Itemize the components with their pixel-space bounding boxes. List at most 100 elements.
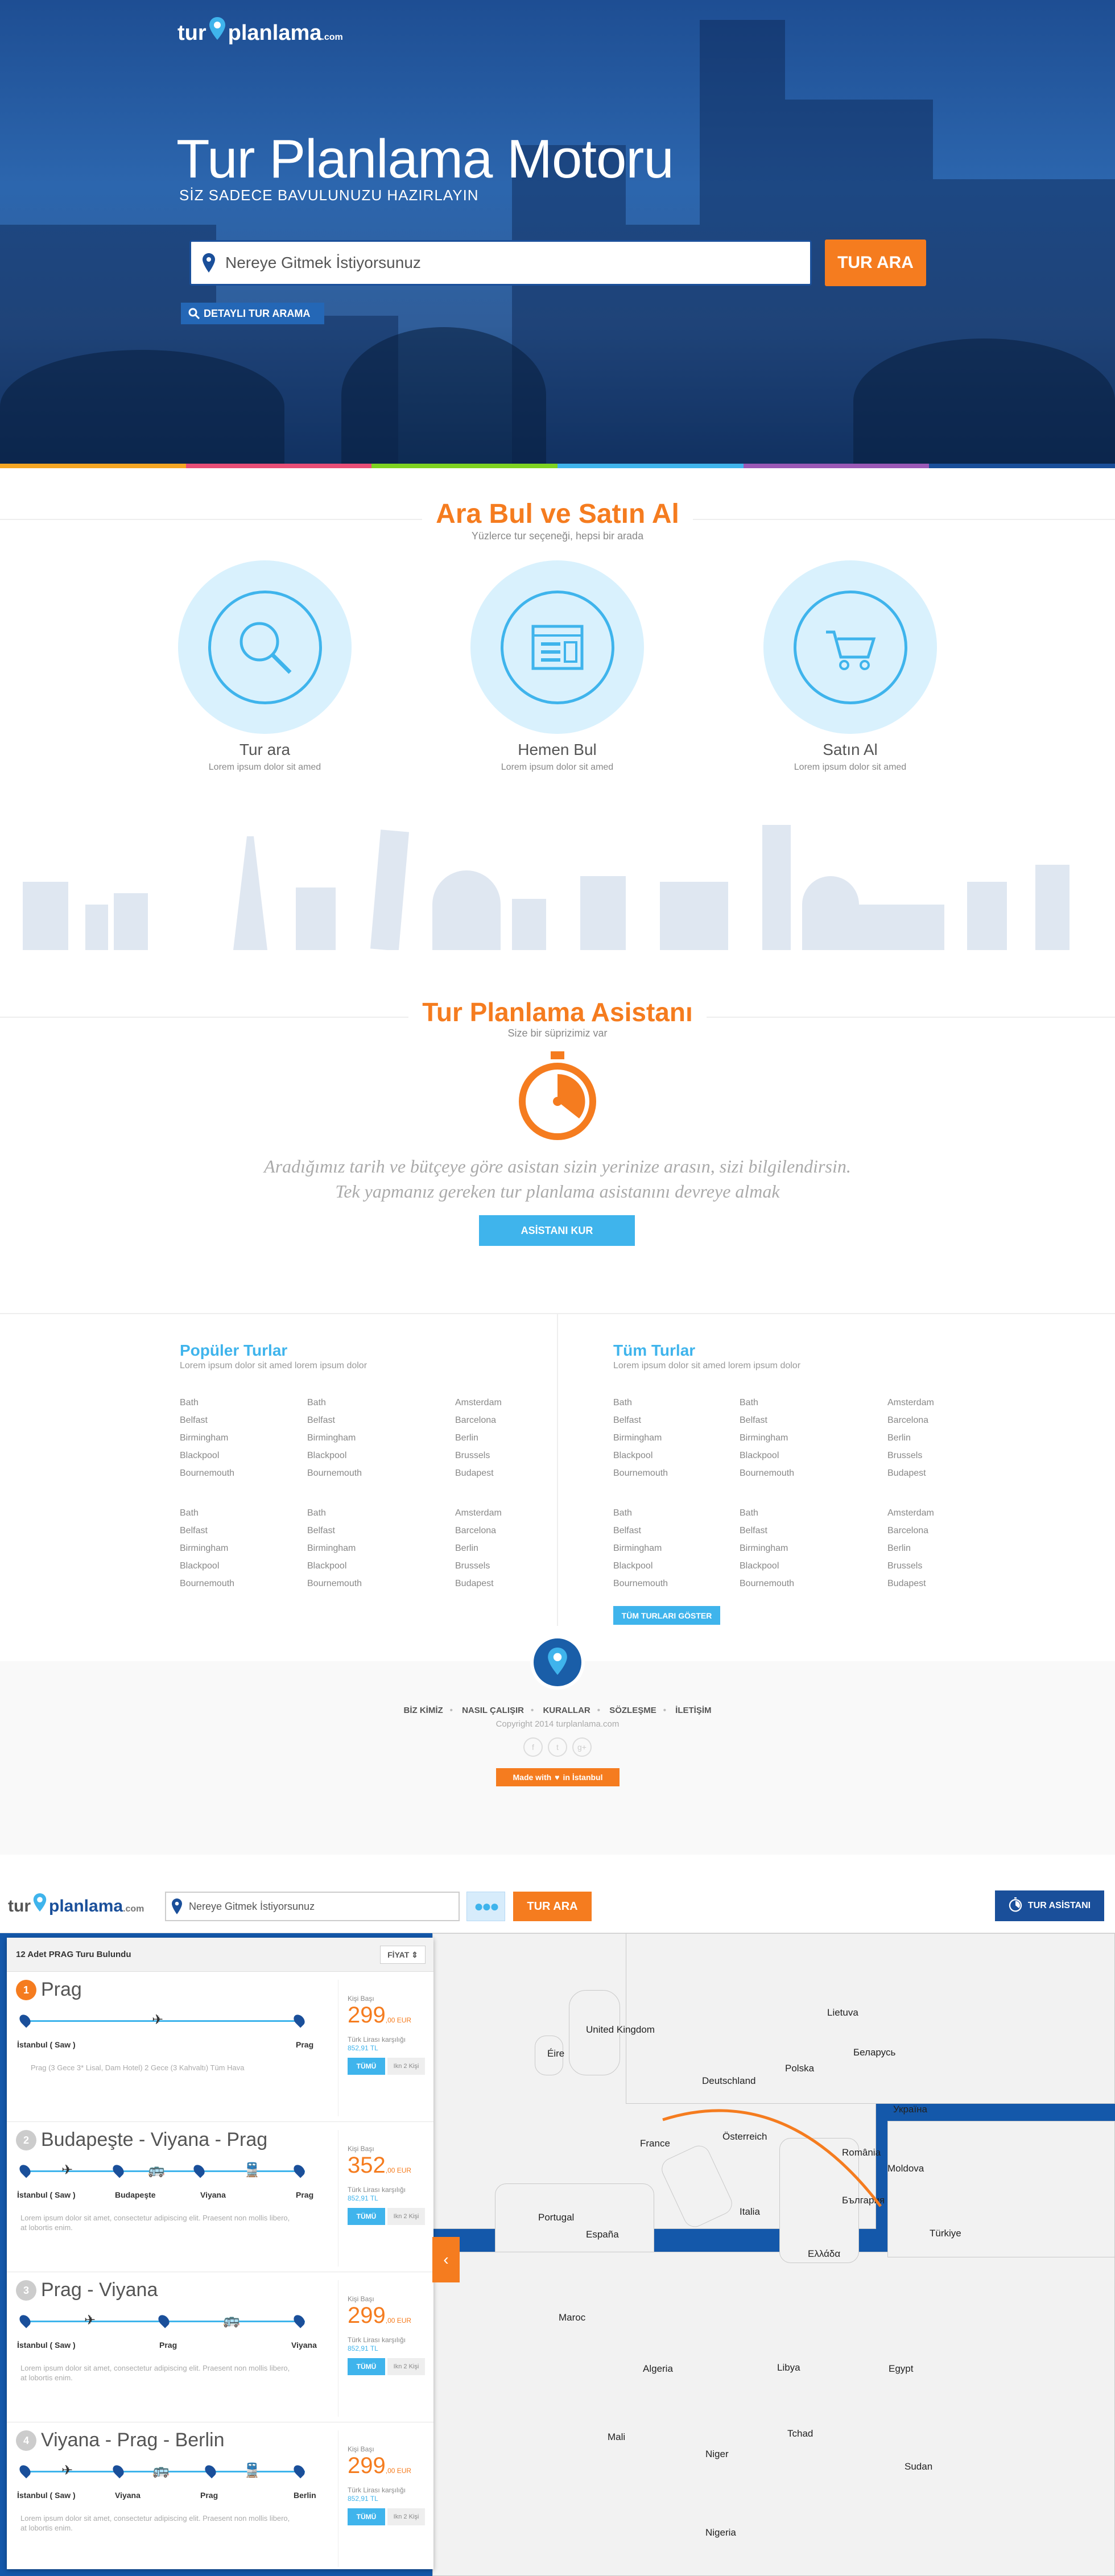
room-option-button[interactable]: Ikn 2 Kişi [387,2208,425,2225]
tour-link[interactable]: Blackpool [613,1447,668,1464]
tour-link[interactable]: Bath [180,1504,234,1522]
room-option-button[interactable]: Ikn 2 Kişi [387,2058,425,2075]
results-tur-ara-button[interactable]: TUR ARA [513,1892,592,1921]
tour-link[interactable]: Bournemouth [180,1575,234,1592]
popular-tours-title: Popüler Turlar [180,1341,288,1359]
footer-link-kurallar[interactable]: KURALLAR [543,1706,590,1715]
tour-link[interactable]: Blackpool [307,1557,362,1575]
tour-link[interactable]: Bournemouth [307,1575,362,1592]
tour-card[interactable]: 1 Prag ✈ İstanbul ( Saw ) Prag Prag (3 G… [7,1972,433,2122]
tour-link[interactable]: Blackpool [740,1447,794,1464]
tour-link[interactable]: Amsterdam [887,1394,934,1411]
tur-ara-button[interactable]: TUR ARA [825,240,926,286]
hero-subtitle: SİZ SADECE BAVULUNUZU HAZIRLAYIN [179,187,479,204]
tour-link[interactable]: Blackpool [180,1557,234,1575]
results-logo[interactable]: tur planlama .com [8,1893,144,1916]
tour-link[interactable]: Barcelona [887,1522,934,1539]
tour-link[interactable]: Bath [307,1504,362,1522]
tour-link[interactable]: Birmingham [740,1429,794,1447]
tour-link[interactable]: Budapest [455,1575,502,1592]
tour-link[interactable]: Birmingham [307,1429,362,1447]
show-all-tours-button[interactable]: TÜM TURLARI GÖSTER [613,1606,720,1625]
sort-dropdown[interactable]: FİYAT ⇕ [380,1946,426,1964]
tour-link[interactable]: Bath [307,1394,362,1411]
footer-link-nasil-calisir[interactable]: NASIL ÇALIŞIR [462,1706,524,1715]
hero-search-input[interactable]: Nereye Gitmek İstiyorsunuz [189,240,812,286]
facebook-icon[interactable]: f [523,1737,543,1757]
room-option-button[interactable]: Ikn 2 Kişi [387,2358,425,2375]
more-options-icon[interactable]: ●●● [466,1892,505,1921]
tour-link[interactable]: Blackpool [740,1557,794,1575]
tour-link[interactable]: Blackpool [613,1557,668,1575]
view-all-button[interactable]: TÜMÜ [348,2358,385,2375]
room-option-button[interactable]: Ikn 2 Kişi [387,2508,425,2525]
tour-link[interactable]: Bath [180,1394,234,1411]
tour-link[interactable]: Budapest [887,1464,934,1482]
tour-link[interactable]: Belfast [307,1522,362,1539]
tour-link[interactable]: Blackpool [307,1447,362,1464]
assistant-setup-button[interactable]: ASİSTANI KUR [479,1215,635,1246]
all-links-col: Bath Belfast Birmingham Blackpool Bournemout… [740,1504,794,1592]
tour-link[interactable]: Bournemouth [180,1464,234,1482]
card-number: 2 [16,2130,36,2150]
tour-link[interactable]: Berlin [455,1539,502,1557]
tour-card[interactable]: 2 Budapeşte - Viyana - Prag ✈ 🚌 🚆 İstanb… [7,2122,433,2272]
tour-link[interactable]: Bournemouth [613,1464,668,1482]
tour-link[interactable]: Budapest [455,1464,502,1482]
tour-link[interactable]: Belfast [613,1522,668,1539]
tour-link[interactable]: Amsterdam [887,1504,934,1522]
footer-link-iletisim[interactable]: İLETİŞİM [675,1706,711,1715]
view-all-button[interactable]: TÜMÜ [348,2508,385,2525]
tour-link[interactable]: Bournemouth [613,1575,668,1592]
results-search-input[interactable]: Nereye Gitmek İstiyorsunuz [165,1892,460,1921]
tour-link[interactable]: Brussels [887,1557,934,1575]
tour-link[interactable]: Belfast [180,1522,234,1539]
tour-link[interactable]: Barcelona [455,1411,502,1429]
view-all-button[interactable]: TÜMÜ [348,2058,385,2075]
collapse-panel-handle[interactable]: ‹ [432,2237,460,2282]
tour-link[interactable]: Belfast [740,1522,794,1539]
google-plus-icon[interactable]: g+ [572,1737,592,1757]
twitter-icon[interactable]: t [548,1737,567,1757]
tour-link[interactable]: Berlin [887,1429,934,1447]
tour-link[interactable]: Birmingham [180,1429,234,1447]
tour-link[interactable]: Blackpool [180,1447,234,1464]
tour-link[interactable]: Brussels [887,1447,934,1464]
tour-link[interactable]: Barcelona [887,1411,934,1429]
stop-label: Prag [200,2491,218,2500]
tour-link[interactable]: Amsterdam [455,1504,502,1522]
tour-assistant-button[interactable]: TUR ASİSTANI [995,1890,1104,1921]
tour-link[interactable]: Bath [740,1394,794,1411]
tour-link[interactable]: Belfast [613,1411,668,1429]
tour-card[interactable]: 4 Viyana - Prag - Berlin ✈ 🚌 🚆 İstanbul … [7,2422,433,2573]
tour-link[interactable]: Budapest [887,1575,934,1592]
tour-link[interactable]: Birmingham [180,1539,234,1557]
tour-link[interactable]: Bournemouth [740,1575,794,1592]
heart-icon: ♥ [555,1773,560,1782]
detailed-search-button[interactable]: DETAYLI TUR ARAMA [181,303,324,324]
tour-link[interactable]: Birmingham [613,1429,668,1447]
tour-link[interactable]: Amsterdam [455,1394,502,1411]
tour-link[interactable]: Belfast [307,1411,362,1429]
footer-link-biz-kimiz[interactable]: BİZ KİMİZ [404,1706,443,1715]
tour-link[interactable]: Birmingham [307,1539,362,1557]
tour-link[interactable]: Brussels [455,1557,502,1575]
route-stop-icon [291,2463,307,2479]
tour-link[interactable]: Bath [613,1394,668,1411]
tour-link[interactable]: Belfast [180,1411,234,1429]
tour-card[interactable]: 3 Prag - Viyana ✈ 🚌 İstanbul ( Saw ) Pra… [7,2272,433,2422]
view-all-button[interactable]: TÜMÜ [348,2208,385,2225]
tour-link[interactable]: Barcelona [455,1522,502,1539]
tour-link[interactable]: Bournemouth [740,1464,794,1482]
footer-link-sozlesme[interactable]: SÖZLEŞME [609,1706,656,1715]
tour-link[interactable]: Belfast [740,1411,794,1429]
tour-link[interactable]: Bournemouth [307,1464,362,1482]
tour-link[interactable]: Birmingham [613,1539,668,1557]
tour-link[interactable]: Bath [613,1504,668,1522]
tour-link[interactable]: Berlin [887,1539,934,1557]
tour-link[interactable]: Berlin [455,1429,502,1447]
header-logo[interactable]: tur planlama .com [177,17,343,46]
tour-link[interactable]: Brussels [455,1447,502,1464]
tour-link[interactable]: Birmingham [740,1539,794,1557]
tour-link[interactable]: Bath [740,1504,794,1522]
